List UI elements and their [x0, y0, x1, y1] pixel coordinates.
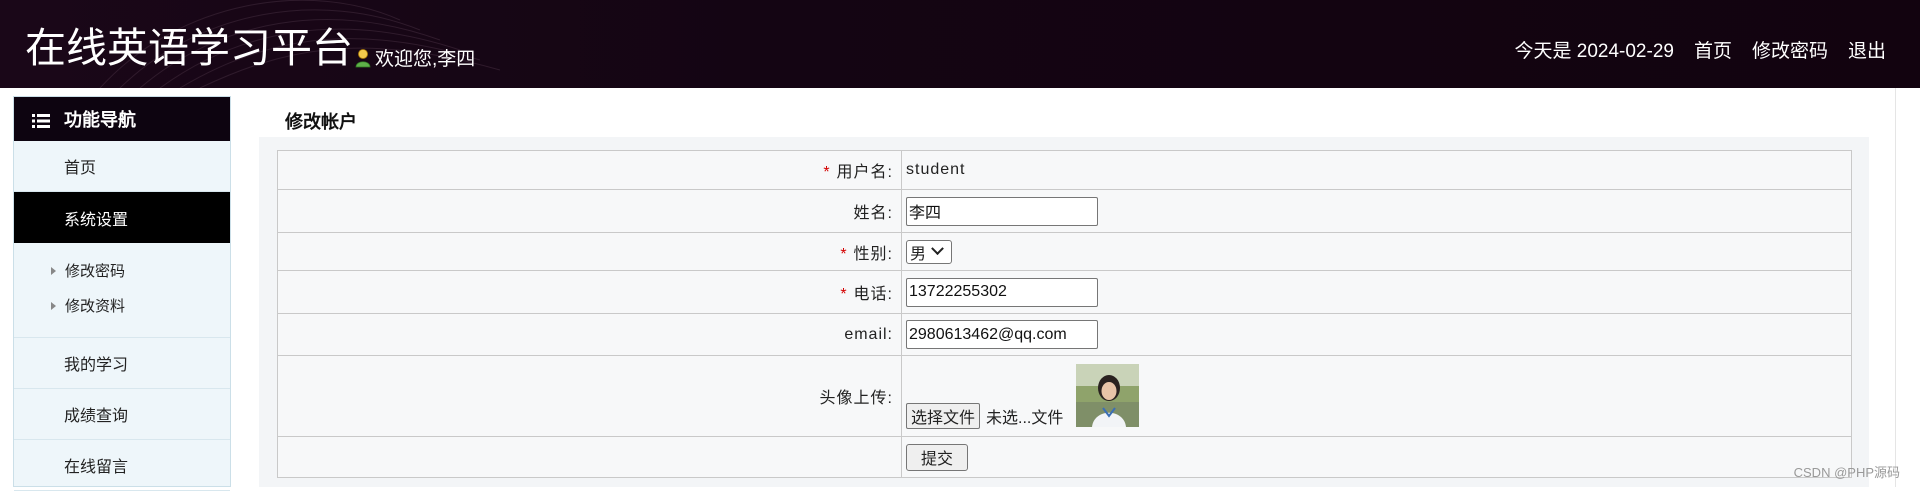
- account-form: * 用户名: student 姓名: * 性别: 男 * 电话: email: 头像上…: [277, 150, 1852, 478]
- page-title: 修改帐户: [285, 112, 357, 132]
- sex-value-cell: 男: [901, 232, 1852, 271]
- phone-value-cell: [901, 270, 1852, 314]
- welcome-message: 欢迎您,李四: [355, 44, 475, 71]
- header-right: 今天是 2024-02-29 首页 修改密码 退出: [1514, 36, 1886, 63]
- form-row-avatar: 头像上传: 选择文件 未选...文件: [277, 355, 1852, 437]
- change-password-link[interactable]: 修改密码: [1752, 36, 1828, 63]
- sidebar: 功能导航 首页 系统设置 修改密码 修改资料 我的学习 成绩查询 在线留言: [13, 96, 231, 491]
- submenu-label: 修改密码: [65, 263, 126, 280]
- name-label-cell: 姓名:: [277, 189, 902, 233]
- page-scrollbar[interactable]: [1895, 88, 1920, 487]
- username-label: 用户名:: [836, 164, 893, 181]
- form-row-submit: 提交: [277, 436, 1852, 478]
- submenu-item-change-password[interactable]: 修改密码: [14, 253, 230, 288]
- avatar-label: 头像上传:: [819, 390, 893, 407]
- nav-title-label: 功能导航: [64, 110, 136, 130]
- sidebar-item-home[interactable]: 首页: [14, 141, 230, 192]
- form-row-email: email:: [277, 313, 1852, 356]
- caret-right-icon: [51, 266, 56, 275]
- sidebar-item-settings[interactable]: 系统设置: [14, 192, 230, 243]
- username-value: student: [906, 161, 966, 178]
- required-mark: *: [840, 286, 848, 303]
- submenu-item-edit-profile[interactable]: 修改资料: [14, 288, 230, 323]
- avatar-label-cell: 头像上传:: [277, 355, 902, 437]
- form-row-phone: * 电话:: [277, 270, 1852, 314]
- choose-file-button[interactable]: 选择文件: [906, 402, 981, 429]
- form-row-sex: * 性别: 男: [277, 232, 1852, 271]
- avatar-preview: [1076, 363, 1140, 427]
- list-icon: [32, 112, 50, 128]
- email-label-cell: email:: [277, 313, 902, 356]
- caret-right-icon: [51, 301, 56, 310]
- avatar-upload: 选择文件 未选...文件: [906, 363, 1851, 429]
- phone-label: 电话:: [853, 286, 893, 303]
- chevron-down-icon: [931, 242, 944, 256]
- avatar-value-cell: 选择文件 未选...文件: [901, 355, 1852, 437]
- username-value-cell: student: [901, 150, 1852, 190]
- name-label: 姓名:: [853, 205, 893, 222]
- phone-label-cell: * 电话:: [277, 270, 902, 314]
- username-label-cell: * 用户名:: [277, 150, 902, 190]
- submit-cell: 提交: [901, 436, 1852, 478]
- file-status-text: 未选...文件: [986, 409, 1064, 427]
- email-field[interactable]: [906, 320, 1098, 349]
- date-text: 今天是 2024-02-29: [1514, 41, 1674, 62]
- sex-label-cell: * 性别:: [277, 232, 902, 271]
- site-title: 在线英语学习平台: [25, 24, 353, 72]
- top-header: 在线英语学习平台 欢迎您,李四 今天是 2024-02-29 首页 修改密码 退…: [0, 0, 1920, 88]
- nav-title: 功能导航: [14, 97, 230, 141]
- phone-field[interactable]: [906, 277, 1098, 307]
- sex-select[interactable]: 男: [906, 239, 952, 264]
- sidebar-item-grades[interactable]: 成绩查询: [14, 389, 230, 440]
- sidebar-item-messages[interactable]: 在线留言: [14, 440, 230, 491]
- name-value-cell: [901, 189, 1852, 233]
- form-row-name: 姓名:: [277, 189, 1852, 233]
- sex-label: 性别:: [853, 245, 893, 263]
- settings-submenu: 修改密码 修改资料: [14, 243, 230, 338]
- user-icon: [355, 48, 371, 68]
- sex-select-value: 男: [910, 245, 927, 263]
- name-field[interactable]: [906, 196, 1098, 226]
- home-link[interactable]: 首页: [1694, 36, 1732, 63]
- watermark: CSDN @PHP源码: [1793, 465, 1900, 480]
- submenu-label: 修改资料: [65, 298, 126, 315]
- email-label: email:: [844, 325, 893, 343]
- form-row-username: * 用户名: student: [277, 150, 1852, 190]
- required-mark: *: [840, 245, 848, 263]
- submit-button[interactable]: 提交: [906, 443, 968, 471]
- logout-link[interactable]: 退出: [1848, 36, 1886, 63]
- required-mark: *: [823, 164, 831, 181]
- sidebar-item-my-study[interactable]: 我的学习: [14, 338, 230, 389]
- welcome-text: 欢迎您,李四: [375, 49, 476, 70]
- submit-label-cell: [277, 436, 902, 478]
- email-value-cell: [901, 313, 1852, 356]
